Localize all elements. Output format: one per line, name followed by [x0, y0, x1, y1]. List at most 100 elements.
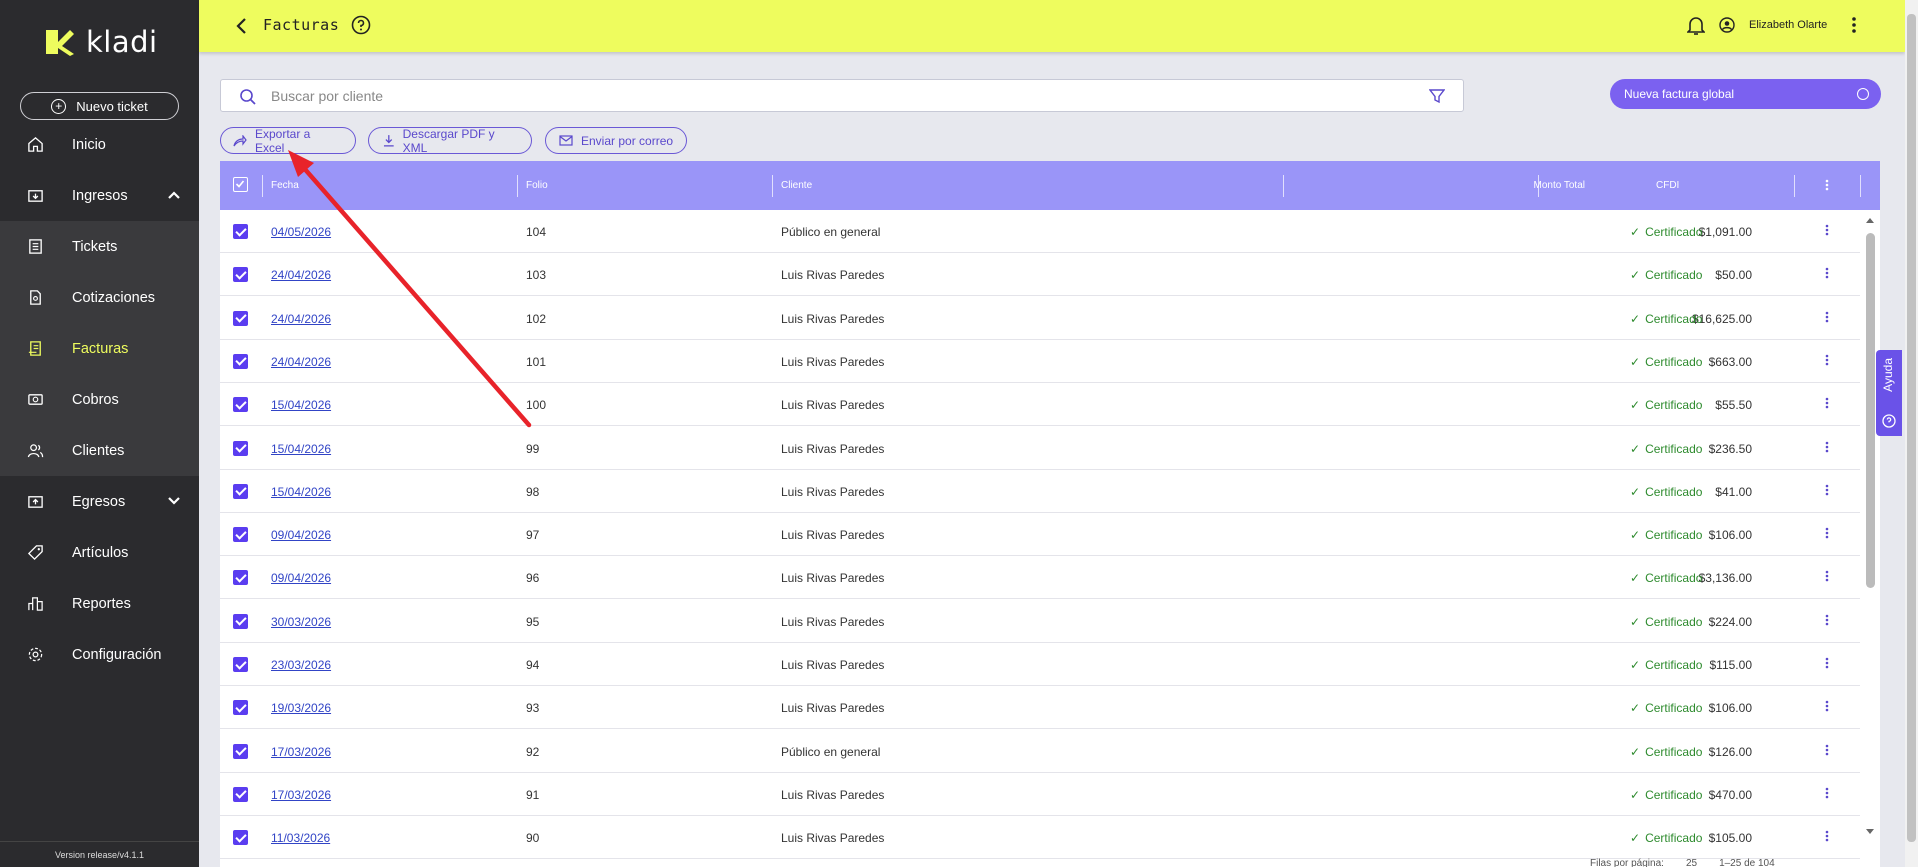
row-checkbox[interactable]: [233, 743, 248, 759]
sidebar-item-ingresos[interactable]: Ingresos: [0, 170, 199, 221]
row-checkbox[interactable]: [233, 353, 248, 369]
sidebar-item-inicio[interactable]: Inicio: [0, 119, 199, 170]
check-icon: ✓: [1630, 311, 1641, 326]
table-row[interactable]: 15/04/2026 98 Luis Rivas Paredes $41.00 ✓ Cer…: [220, 470, 1860, 513]
row-fecha-link[interactable]: 15/04/2026: [271, 485, 331, 499]
row-checkbox[interactable]: [233, 700, 248, 716]
row-cfdi-status: ✓ Certificado: [1630, 442, 1702, 456]
row-checkbox[interactable]: [233, 267, 248, 283]
download-pdf-xml-button[interactable]: Descargar PDF y XML: [368, 127, 532, 155]
columns-menu-icon[interactable]: [1825, 179, 1829, 191]
row-more-icon[interactable]: [1825, 224, 1829, 236]
help-tab[interactable]: Ayuda: [1876, 350, 1902, 436]
table-row[interactable]: 04/05/2026 104 Público en general $1,091.00…: [220, 210, 1860, 253]
col-folio[interactable]: Folio: [526, 180, 548, 191]
sidebar-item-egresos[interactable]: Egresos: [0, 476, 199, 527]
table-row[interactable]: 17/03/2026 91 Luis Rivas Paredes $470.00 ✓ Ce…: [220, 773, 1860, 816]
row-fecha-link[interactable]: 09/04/2026: [271, 528, 331, 542]
col-cliente[interactable]: Cliente: [781, 180, 812, 191]
back-arrow-icon[interactable]: [235, 17, 249, 35]
col-monto[interactable]: Monto Total: [1475, 180, 1585, 191]
row-more-icon[interactable]: [1825, 441, 1829, 453]
row-fecha-link[interactable]: 17/03/2026: [271, 745, 331, 759]
table-row[interactable]: 15/04/2026 99 Luis Rivas Paredes $236.50 ✓ Ce…: [220, 427, 1860, 470]
table-scroll-thumb[interactable]: [1866, 233, 1875, 588]
row-more-icon[interactable]: [1825, 830, 1829, 842]
new-global-invoice-button[interactable]: Nueva factura global: [1610, 79, 1881, 109]
user-avatar-icon[interactable]: [1719, 17, 1735, 33]
row-checkbox[interactable]: [233, 310, 248, 326]
sidebar-item-tickets[interactable]: Tickets: [0, 221, 199, 272]
user-name[interactable]: Elizabeth Olarte: [1749, 19, 1827, 31]
new-ticket-button[interactable]: + Nuevo ticket: [20, 92, 179, 120]
table-row[interactable]: 09/04/2026 97 Luis Rivas Paredes $106.00 ✓ Ce…: [220, 513, 1860, 557]
row-checkbox[interactable]: [233, 483, 248, 499]
row-fecha-link[interactable]: 04/05/2026: [271, 225, 331, 239]
logo[interactable]: kladi: [44, 25, 158, 59]
filter-icon[interactable]: [1429, 88, 1445, 104]
sidebar-item-reportes[interactable]: Reportes: [0, 578, 199, 629]
row-checkbox[interactable]: [233, 224, 248, 239]
row-checkbox[interactable]: [233, 397, 248, 413]
chevron-down-icon[interactable]: [167, 494, 181, 508]
table-row[interactable]: 19/03/2026 93 Luis Rivas Paredes $106.00 ✓ Ce…: [220, 686, 1860, 730]
row-more-icon[interactable]: [1825, 311, 1829, 323]
col-fecha[interactable]: Fecha: [271, 180, 299, 191]
send-email-button[interactable]: Enviar por correo: [545, 127, 687, 154]
help-icon[interactable]: [351, 15, 371, 35]
row-fecha-link[interactable]: 19/03/2026: [271, 701, 331, 715]
table-row[interactable]: 11/03/2026 90 Luis Rivas Paredes $105.00 ✓ Ce…: [220, 816, 1860, 860]
more-vertical-icon[interactable]: [1851, 16, 1857, 34]
row-fecha-link[interactable]: 24/04/2026: [271, 268, 331, 282]
row-more-icon[interactable]: [1825, 527, 1829, 539]
select-all-checkbox[interactable]: [233, 177, 248, 192]
row-more-icon[interactable]: [1825, 614, 1829, 626]
table-row[interactable]: 09/04/2026 96 Luis Rivas Paredes $3,136.00 ✓…: [220, 556, 1860, 600]
table-row[interactable]: 24/04/2026 102 Luis Rivas Paredes $16,625.0…: [220, 297, 1860, 340]
row-more-icon[interactable]: [1825, 570, 1829, 582]
table-row[interactable]: 15/04/2026 100 Luis Rivas Paredes $55.50 ✓ Ce…: [220, 383, 1860, 427]
rows-per-page-select[interactable]: 25: [1686, 858, 1697, 867]
row-fecha-link[interactable]: 23/03/2026: [271, 658, 331, 672]
table-row[interactable]: 24/04/2026 101 Luis Rivas Paredes $663.00 ✓ C…: [220, 340, 1860, 383]
sidebar-item-articulos[interactable]: Artículos: [0, 527, 199, 578]
row-fecha-link[interactable]: 24/04/2026: [271, 312, 331, 326]
row-checkbox[interactable]: [233, 786, 248, 802]
sidebar-item-configuracion[interactable]: Configuración: [0, 629, 199, 680]
row-fecha-link[interactable]: 15/04/2026: [271, 442, 331, 456]
row-checkbox[interactable]: [233, 613, 248, 629]
row-fecha-link[interactable]: 24/04/2026: [271, 355, 331, 369]
row-checkbox[interactable]: [233, 527, 248, 543]
row-checkbox[interactable]: [233, 570, 248, 586]
row-more-icon[interactable]: [1825, 484, 1829, 496]
table-row[interactable]: 30/03/2026 95 Luis Rivas Paredes $224.00 ✓ Ce…: [220, 600, 1860, 643]
page-scrollbar[interactable]: [1905, 0, 1918, 867]
sidebar-item-cobros[interactable]: Cobros: [0, 374, 199, 425]
row-fecha-link[interactable]: 11/03/2026: [271, 831, 330, 845]
row-more-icon[interactable]: [1825, 787, 1829, 799]
row-more-icon[interactable]: [1825, 354, 1829, 366]
row-fecha-link[interactable]: 09/04/2026: [271, 571, 331, 585]
row-checkbox[interactable]: [233, 657, 248, 672]
sidebar-item-facturas[interactable]: Facturas: [0, 323, 199, 374]
row-more-icon[interactable]: [1825, 657, 1829, 669]
row-fecha-link[interactable]: 17/03/2026: [271, 788, 331, 802]
row-fecha-link[interactable]: 30/03/2026: [271, 615, 331, 629]
table-row[interactable]: 23/03/2026 94 Luis Rivas Paredes $115.00 ✓ Ce…: [220, 643, 1860, 686]
row-more-icon[interactable]: [1825, 744, 1829, 756]
sidebar-item-clientes[interactable]: Clientes: [0, 425, 199, 476]
chevron-up-icon[interactable]: [167, 188, 181, 202]
row-fecha-link[interactable]: 15/04/2026: [271, 398, 331, 412]
export-excel-button[interactable]: Exportar a Excel: [220, 127, 356, 155]
row-checkbox[interactable]: [233, 830, 248, 846]
row-checkbox[interactable]: [233, 440, 248, 456]
row-more-icon[interactable]: [1825, 267, 1829, 279]
row-more-icon[interactable]: [1825, 700, 1829, 712]
col-cfdi[interactable]: CFDI: [1656, 180, 1679, 191]
search-input[interactable]: [271, 86, 1371, 106]
table-row[interactable]: 17/03/2026 92 Público en general $126.00 ✓ Ce…: [220, 730, 1860, 773]
table-row[interactable]: 24/04/2026 103 Luis Rivas Paredes $50.00 ✓ Ce…: [220, 253, 1860, 297]
sidebar-item-cotizaciones[interactable]: Cotizaciones: [0, 272, 199, 323]
bell-icon[interactable]: [1687, 15, 1705, 36]
row-more-icon[interactable]: [1825, 397, 1829, 409]
